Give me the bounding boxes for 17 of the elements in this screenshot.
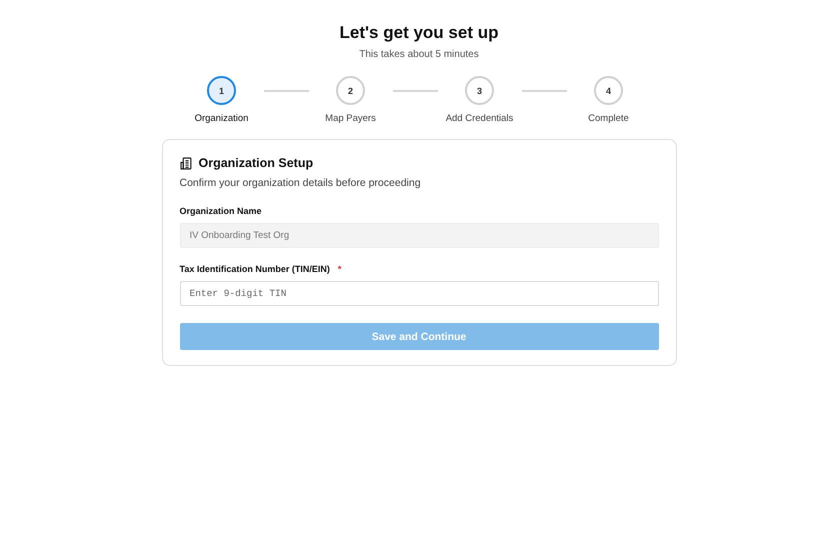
input-field[interactable]: Enter 9-digit TIN — [180, 281, 658, 306]
card-description: Confirm your organization details before proceeding — [180, 177, 422, 189]
page-subtitle: This takes about 5 minutes — [359, 49, 479, 60]
page-title: Let's get you set up — [340, 23, 498, 43]
field-label: Organization Name — [180, 206, 262, 216]
step-number[interactable]: 3 — [465, 76, 494, 105]
required-mark: * — [338, 264, 342, 274]
step-label: Organization — [194, 113, 248, 124]
building-icon — [180, 156, 192, 170]
step-number[interactable]: 4 — [594, 76, 623, 105]
step-number[interactable]: 2 — [336, 76, 365, 105]
step-number[interactable]: 1 — [207, 76, 236, 105]
step-label: Add Credentials — [446, 113, 514, 124]
step-label: Complete — [588, 113, 629, 124]
field-label: Tax Identification Number (TIN/EIN) — [180, 264, 330, 274]
card-title: Organization Setup — [198, 156, 314, 170]
step-label: Map Payers — [325, 113, 376, 124]
